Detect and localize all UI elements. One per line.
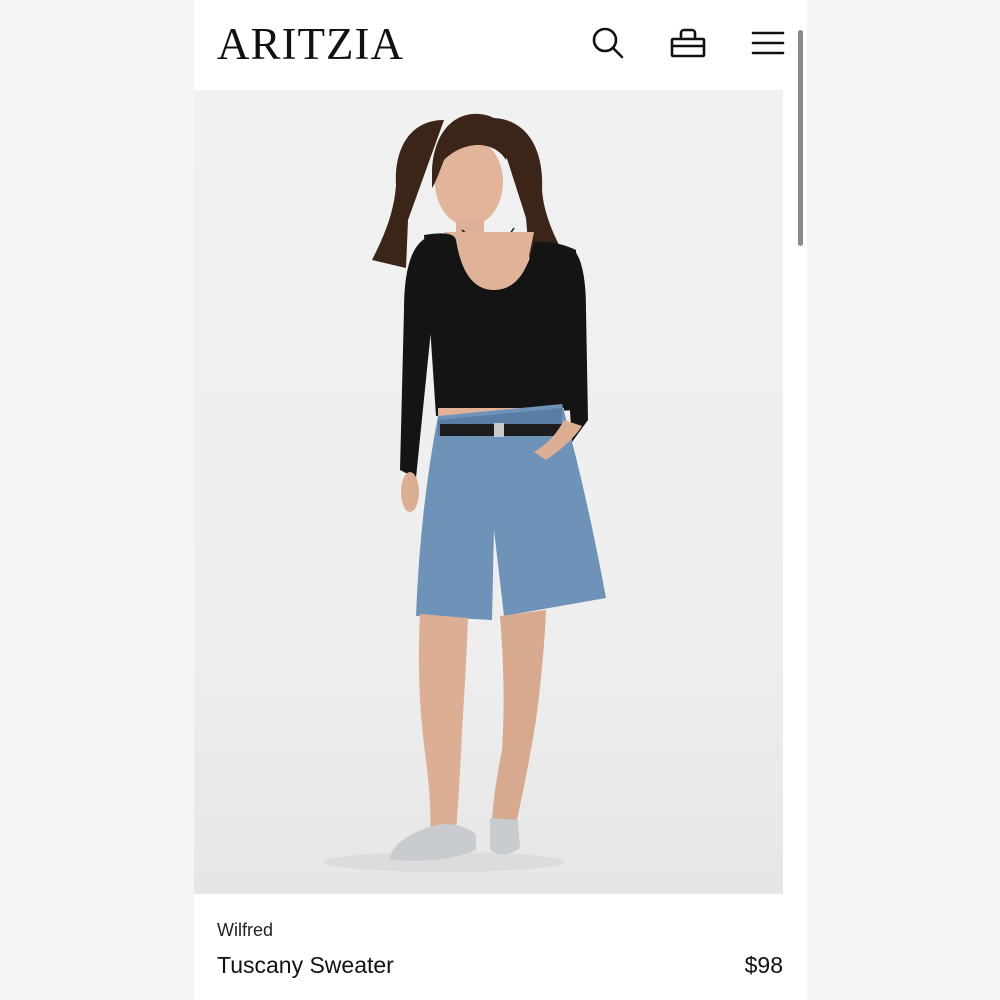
product-brand[interactable]: Wilfred <box>217 920 273 941</box>
hamburger-menu-icon[interactable] <box>750 25 786 61</box>
scrollbar-thumb[interactable] <box>798 30 803 246</box>
product-price: $98 <box>744 952 783 978</box>
product-image[interactable] <box>194 90 783 894</box>
product-name[interactable]: Tuscany Sweater <box>217 952 394 979</box>
backdrop-right <box>807 0 1000 1000</box>
product-listing-screen: ARITZIA Wilfred Tuscany Sweater $98 <box>194 0 807 1000</box>
shopping-bag-icon[interactable] <box>670 25 706 61</box>
backdrop-left <box>0 0 194 1000</box>
site-header: ARITZIA <box>194 0 807 90</box>
search-icon[interactable] <box>590 25 626 61</box>
aritzia-logo[interactable]: ARITZIA <box>217 20 404 68</box>
